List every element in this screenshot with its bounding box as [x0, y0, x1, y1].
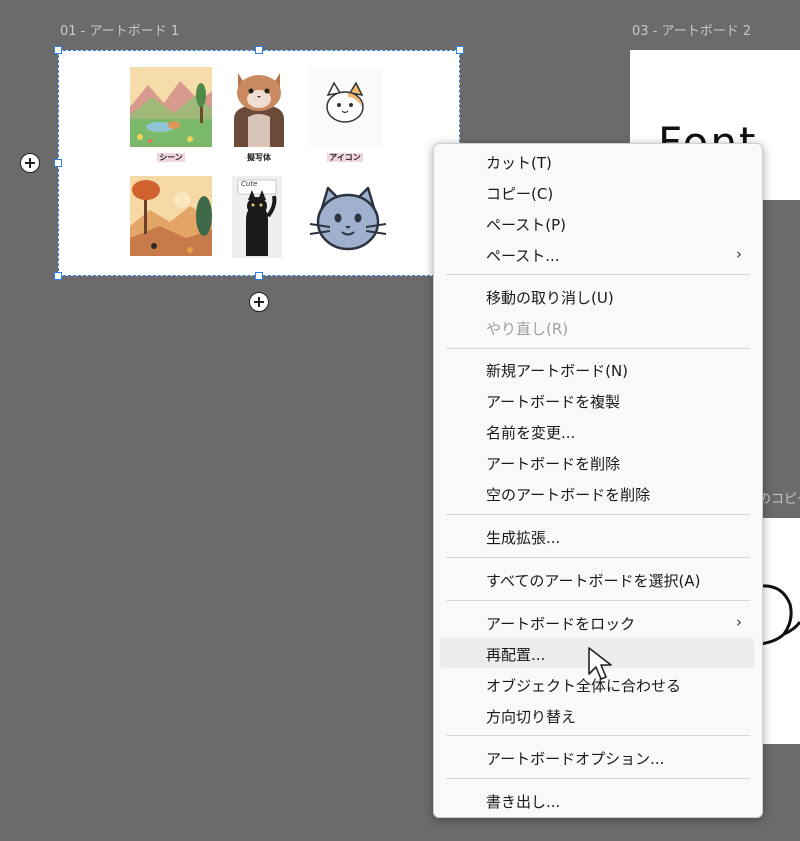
- menu-item-fit-to-artwork[interactable]: オブジェクト全体に合わせる: [486, 675, 681, 696]
- menu-separator: [446, 778, 750, 779]
- menu-item-delete-artboard[interactable]: アートボードを削除: [486, 453, 620, 474]
- chevron-right-icon: ›: [736, 613, 742, 631]
- menu-item-redo: やり直し(R): [486, 320, 569, 338]
- menu-item-artboard-options[interactable]: アートボードオプション...: [486, 748, 664, 769]
- menu-item-export[interactable]: 書き出し...: [486, 791, 560, 812]
- menu-separator: [446, 348, 750, 349]
- artboard-1[interactable]: シーン 擬写体 アイコン Cute: [58, 50, 460, 276]
- menu-item-paste-special[interactable]: ペースト...: [486, 245, 560, 266]
- scene-thumbnail[interactable]: [130, 67, 212, 147]
- black-cat-thumbnail[interactable]: [232, 176, 282, 258]
- menu-item-new-artboard[interactable]: 新規アートボード(N): [486, 360, 628, 381]
- add-artboard-left-button[interactable]: [20, 153, 40, 173]
- caption-subject: 擬写体: [247, 153, 271, 162]
- menu-item-paste[interactable]: ペースト(P): [486, 214, 566, 235]
- artboard-3[interactable]: [760, 518, 800, 744]
- artboard-3-label[interactable]: のコピー: [758, 488, 800, 507]
- resize-handle-tl[interactable]: [54, 46, 62, 54]
- resize-handle-ml[interactable]: [54, 159, 62, 167]
- caption-icon: アイコン: [327, 153, 363, 162]
- cat-icon-thumbnail[interactable]: [308, 67, 382, 147]
- menu-item-copy[interactable]: コピー(C): [486, 183, 553, 204]
- menu-item-rename[interactable]: 名前を変更...: [486, 422, 575, 443]
- menu-item-delete-empty-artboards[interactable]: 空のアートボードを削除: [486, 484, 650, 505]
- curve-shape: [760, 584, 800, 646]
- autumn-thumbnail[interactable]: [130, 176, 212, 256]
- caption-scene: シーン: [157, 153, 185, 162]
- menu-separator: [446, 514, 750, 515]
- cat-thumbnail[interactable]: [226, 67, 292, 147]
- menu-item-toggle-orientation[interactable]: 方向切り替え: [486, 706, 576, 727]
- mouse-cursor-icon: [588, 647, 612, 680]
- cat-sign-text: Cute: [241, 180, 258, 188]
- resize-handle-tc[interactable]: [255, 46, 263, 54]
- blue-cat-icon-thumbnail[interactable]: [306, 184, 390, 256]
- add-artboard-bottom-button[interactable]: [249, 292, 269, 312]
- menu-item-duplicate-artboard[interactable]: アートボードを複製: [486, 391, 620, 412]
- menu-item-cut[interactable]: カット(T): [486, 152, 552, 173]
- artboard-1-label[interactable]: 01 - アートボード 1: [60, 20, 179, 39]
- artboard-2-label[interactable]: 03 - アートボード 2: [632, 20, 751, 39]
- menu-separator: [446, 735, 750, 736]
- context-menu[interactable]: カット(T) コピー(C) ペースト(P) ペースト... › 移動の取り消し(…: [433, 143, 763, 818]
- menu-separator: [446, 600, 750, 601]
- resize-handle-tr[interactable]: [456, 46, 464, 54]
- menu-separator: [446, 557, 750, 558]
- menu-item-select-all-artboards[interactable]: すべてのアートボードを選択(A): [486, 570, 700, 591]
- chevron-right-icon: ›: [736, 245, 742, 263]
- menu-item-rearrange[interactable]: 再配置...: [486, 644, 545, 665]
- resize-handle-bc[interactable]: [255, 272, 263, 280]
- menu-item-generative-expand[interactable]: 生成拡張...: [486, 527, 560, 548]
- menu-item-undo[interactable]: 移動の取り消し(U): [486, 287, 614, 308]
- menu-separator: [446, 274, 750, 275]
- resize-handle-bl[interactable]: [54, 272, 62, 280]
- menu-item-lock-artboard[interactable]: アートボードをロック: [486, 613, 635, 634]
